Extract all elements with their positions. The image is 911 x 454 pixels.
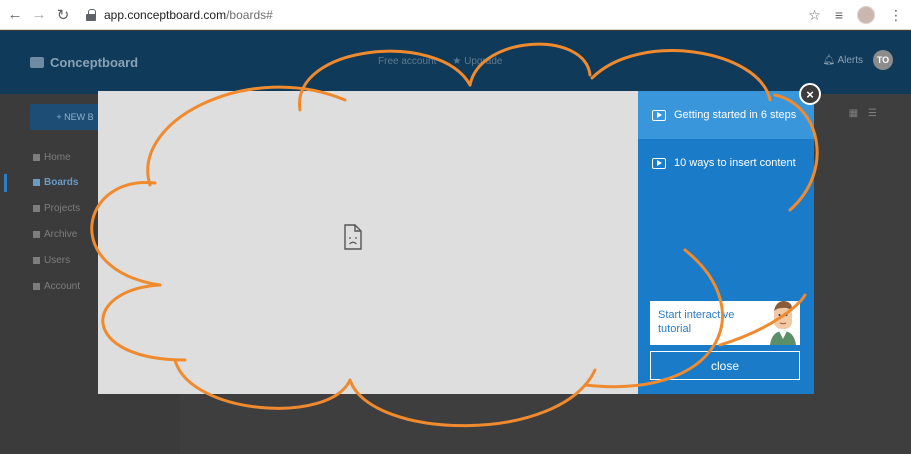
grid-icon [33, 179, 40, 186]
forward-icon[interactable]: → [30, 6, 48, 24]
sidebar-item-label: Projects [44, 203, 81, 214]
header-account-links: Free account ★ Upgrade [378, 56, 502, 67]
sidebar-item-archive[interactable]: Archive [33, 229, 77, 240]
url-path: /boards# [226, 7, 273, 22]
active-indicator [4, 174, 7, 192]
profile-avatar[interactable] [857, 6, 875, 24]
start-tutorial-button[interactable]: Start interactive tutorial [650, 301, 800, 345]
star-icon[interactable]: ☆ [808, 7, 821, 24]
url-host: app.conceptboard.com [104, 7, 227, 22]
upgrade-link[interactable]: ★ Upgrade [452, 56, 502, 67]
reading-list-icon[interactable]: ≡ [835, 7, 843, 23]
sidebar-item-label: Users [44, 255, 71, 266]
play-icon [652, 109, 666, 121]
logo-icon [30, 57, 44, 68]
home-icon [33, 154, 40, 161]
sidebar-item-home[interactable]: Home [33, 152, 71, 163]
grid-view-icon[interactable]: ▦ [849, 108, 858, 119]
browser-toolbar: ← → ↻ app.conceptboard.com/boards# ☆ ≡ ⋮ [0, 0, 911, 30]
lock-icon [86, 8, 96, 21]
address-bar[interactable]: app.conceptboard.com/boards# [104, 8, 273, 22]
user-avatar[interactable]: TO [873, 50, 893, 70]
archive-icon [33, 231, 40, 238]
reload-icon[interactable]: ↻ [54, 6, 72, 24]
tutorial-panel: Getting started in 6 steps 10 ways to in… [638, 91, 814, 394]
sidebar-item-label: Home [44, 152, 71, 163]
alerts-link[interactable]: 🔔︎ Alerts [823, 55, 863, 66]
sidebar-item-projects[interactable]: Projects [33, 203, 80, 214]
alerts-label: Alerts [837, 54, 863, 66]
close-button[interactable]: close [650, 351, 800, 380]
list-view-icon[interactable]: ☰ [868, 108, 877, 119]
lesson-item-insert-content[interactable]: 10 ways to insert content [638, 139, 814, 187]
gear-icon [33, 283, 40, 290]
logo[interactable]: Conceptboard [30, 55, 138, 70]
folder-icon [33, 205, 40, 212]
browser-actions: ☆ ≡ ⋮ [808, 6, 903, 24]
sidebar-item-boards[interactable]: Boards [33, 177, 78, 188]
upgrade-label: Upgrade [464, 56, 503, 67]
view-toggle: ▦ ☰ [849, 108, 877, 119]
header-right: 🔔︎ Alerts TO [823, 50, 893, 70]
tutorial-button-label: Start interactive tutorial [658, 309, 735, 335]
broken-document-icon [344, 224, 362, 250]
lesson-item-getting-started[interactable]: Getting started in 6 steps [638, 91, 814, 139]
sidebar-item-label: Boards [44, 177, 79, 188]
sidebar-item-label: Archive [44, 229, 78, 240]
back-icon[interactable]: ← [6, 6, 24, 24]
video-player[interactable] [98, 91, 638, 394]
close-modal-icon[interactable]: × [799, 83, 821, 105]
sidebar-item-label: Account [44, 281, 81, 292]
users-icon [33, 257, 40, 264]
sidebar-item-users[interactable]: Users [33, 255, 70, 266]
app-header: Conceptboard Free account ★ Upgrade 🔔︎ A… [0, 31, 911, 94]
play-icon [652, 157, 666, 169]
tutor-avatar [770, 301, 796, 345]
sidebar-item-account[interactable]: Account [33, 281, 80, 292]
lesson-label: Getting started in 6 steps [674, 109, 797, 121]
free-account-link[interactable]: Free account [378, 56, 436, 67]
logo-text: Conceptboard [50, 55, 139, 70]
lesson-label: 10 ways to insert content [674, 157, 796, 169]
menu-icon[interactable]: ⋮ [889, 7, 903, 24]
